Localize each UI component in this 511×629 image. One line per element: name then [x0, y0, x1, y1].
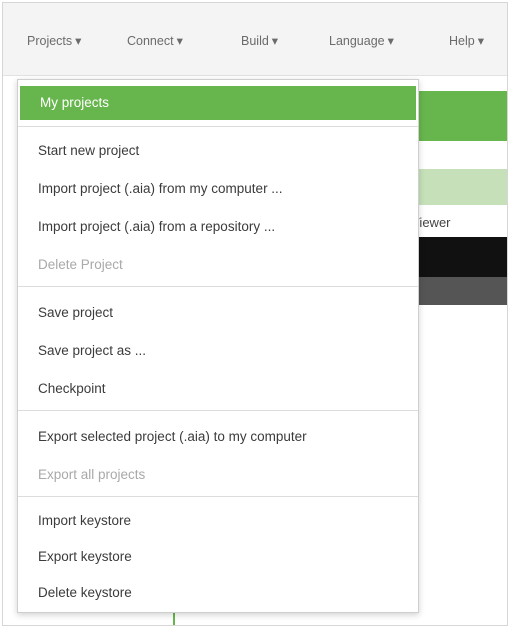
menu-item-my-projects[interactable]: My projects	[20, 86, 416, 120]
menu-separator	[18, 126, 418, 127]
top-menu-bar: Projects ▾ Connect ▾ Build ▾ Language ▾ Help…	[3, 3, 507, 76]
app-window: Projects ▾ Connect ▾ Build ▾ Language ▾ Help…	[2, 2, 508, 626]
app-header-bar	[415, 91, 507, 141]
menu-connect[interactable]: Connect ▾	[127, 33, 183, 48]
chevron-down-icon: ▾	[176, 34, 183, 48]
menu-item-delete-project[interactable]: Delete Project	[18, 248, 418, 282]
menu-item-start-new-project[interactable]: Start new project	[18, 134, 418, 168]
chevron-down-icon: ▾	[387, 34, 394, 48]
menu-item-import-from-computer[interactable]: Import project (.aia) from my computer .…	[18, 172, 418, 206]
app-subheader-bar	[415, 169, 507, 205]
menu-build[interactable]: Build ▾	[241, 33, 278, 48]
menu-help-label: Help	[449, 34, 475, 48]
chevron-down-icon: ▾	[477, 34, 484, 48]
menu-help[interactable]: Help ▾	[449, 33, 484, 48]
menu-item-import-keystore[interactable]: Import keystore	[18, 504, 418, 538]
menu-item-save-project[interactable]: Save project	[18, 296, 418, 330]
menu-language-label: Language	[329, 34, 385, 48]
chevron-down-icon: ▾	[271, 34, 279, 48]
viewer-subtoolbar	[415, 277, 507, 305]
menu-separator	[18, 410, 418, 411]
menu-item-save-project-as[interactable]: Save project as ...	[18, 334, 418, 368]
projects-dropdown-menu: My projects Start new project Import pro…	[17, 79, 419, 613]
menu-item-delete-keystore[interactable]: Delete keystore	[18, 576, 418, 610]
menu-item-export-keystore[interactable]: Export keystore	[18, 540, 418, 574]
menu-connect-label: Connect	[127, 34, 174, 48]
chevron-down-icon: ▾	[75, 34, 82, 48]
menu-item-checkpoint[interactable]: Checkpoint	[18, 372, 418, 406]
menu-build-label: Build	[241, 34, 269, 48]
menu-item-export-all-projects[interactable]: Export all projects	[18, 458, 418, 492]
menu-separator	[18, 496, 418, 497]
menu-item-export-selected-project[interactable]: Export selected project (.aia) to my com…	[18, 420, 418, 454]
menu-projects[interactable]: Projects ▾	[27, 33, 81, 48]
viewer-toolbar	[415, 237, 507, 277]
menu-projects-label: Projects	[27, 34, 73, 48]
menu-separator	[18, 286, 418, 287]
menu-language[interactable]: Language ▾	[329, 33, 394, 48]
menu-item-import-from-repository[interactable]: Import project (.aia) from a repository …	[18, 210, 418, 244]
